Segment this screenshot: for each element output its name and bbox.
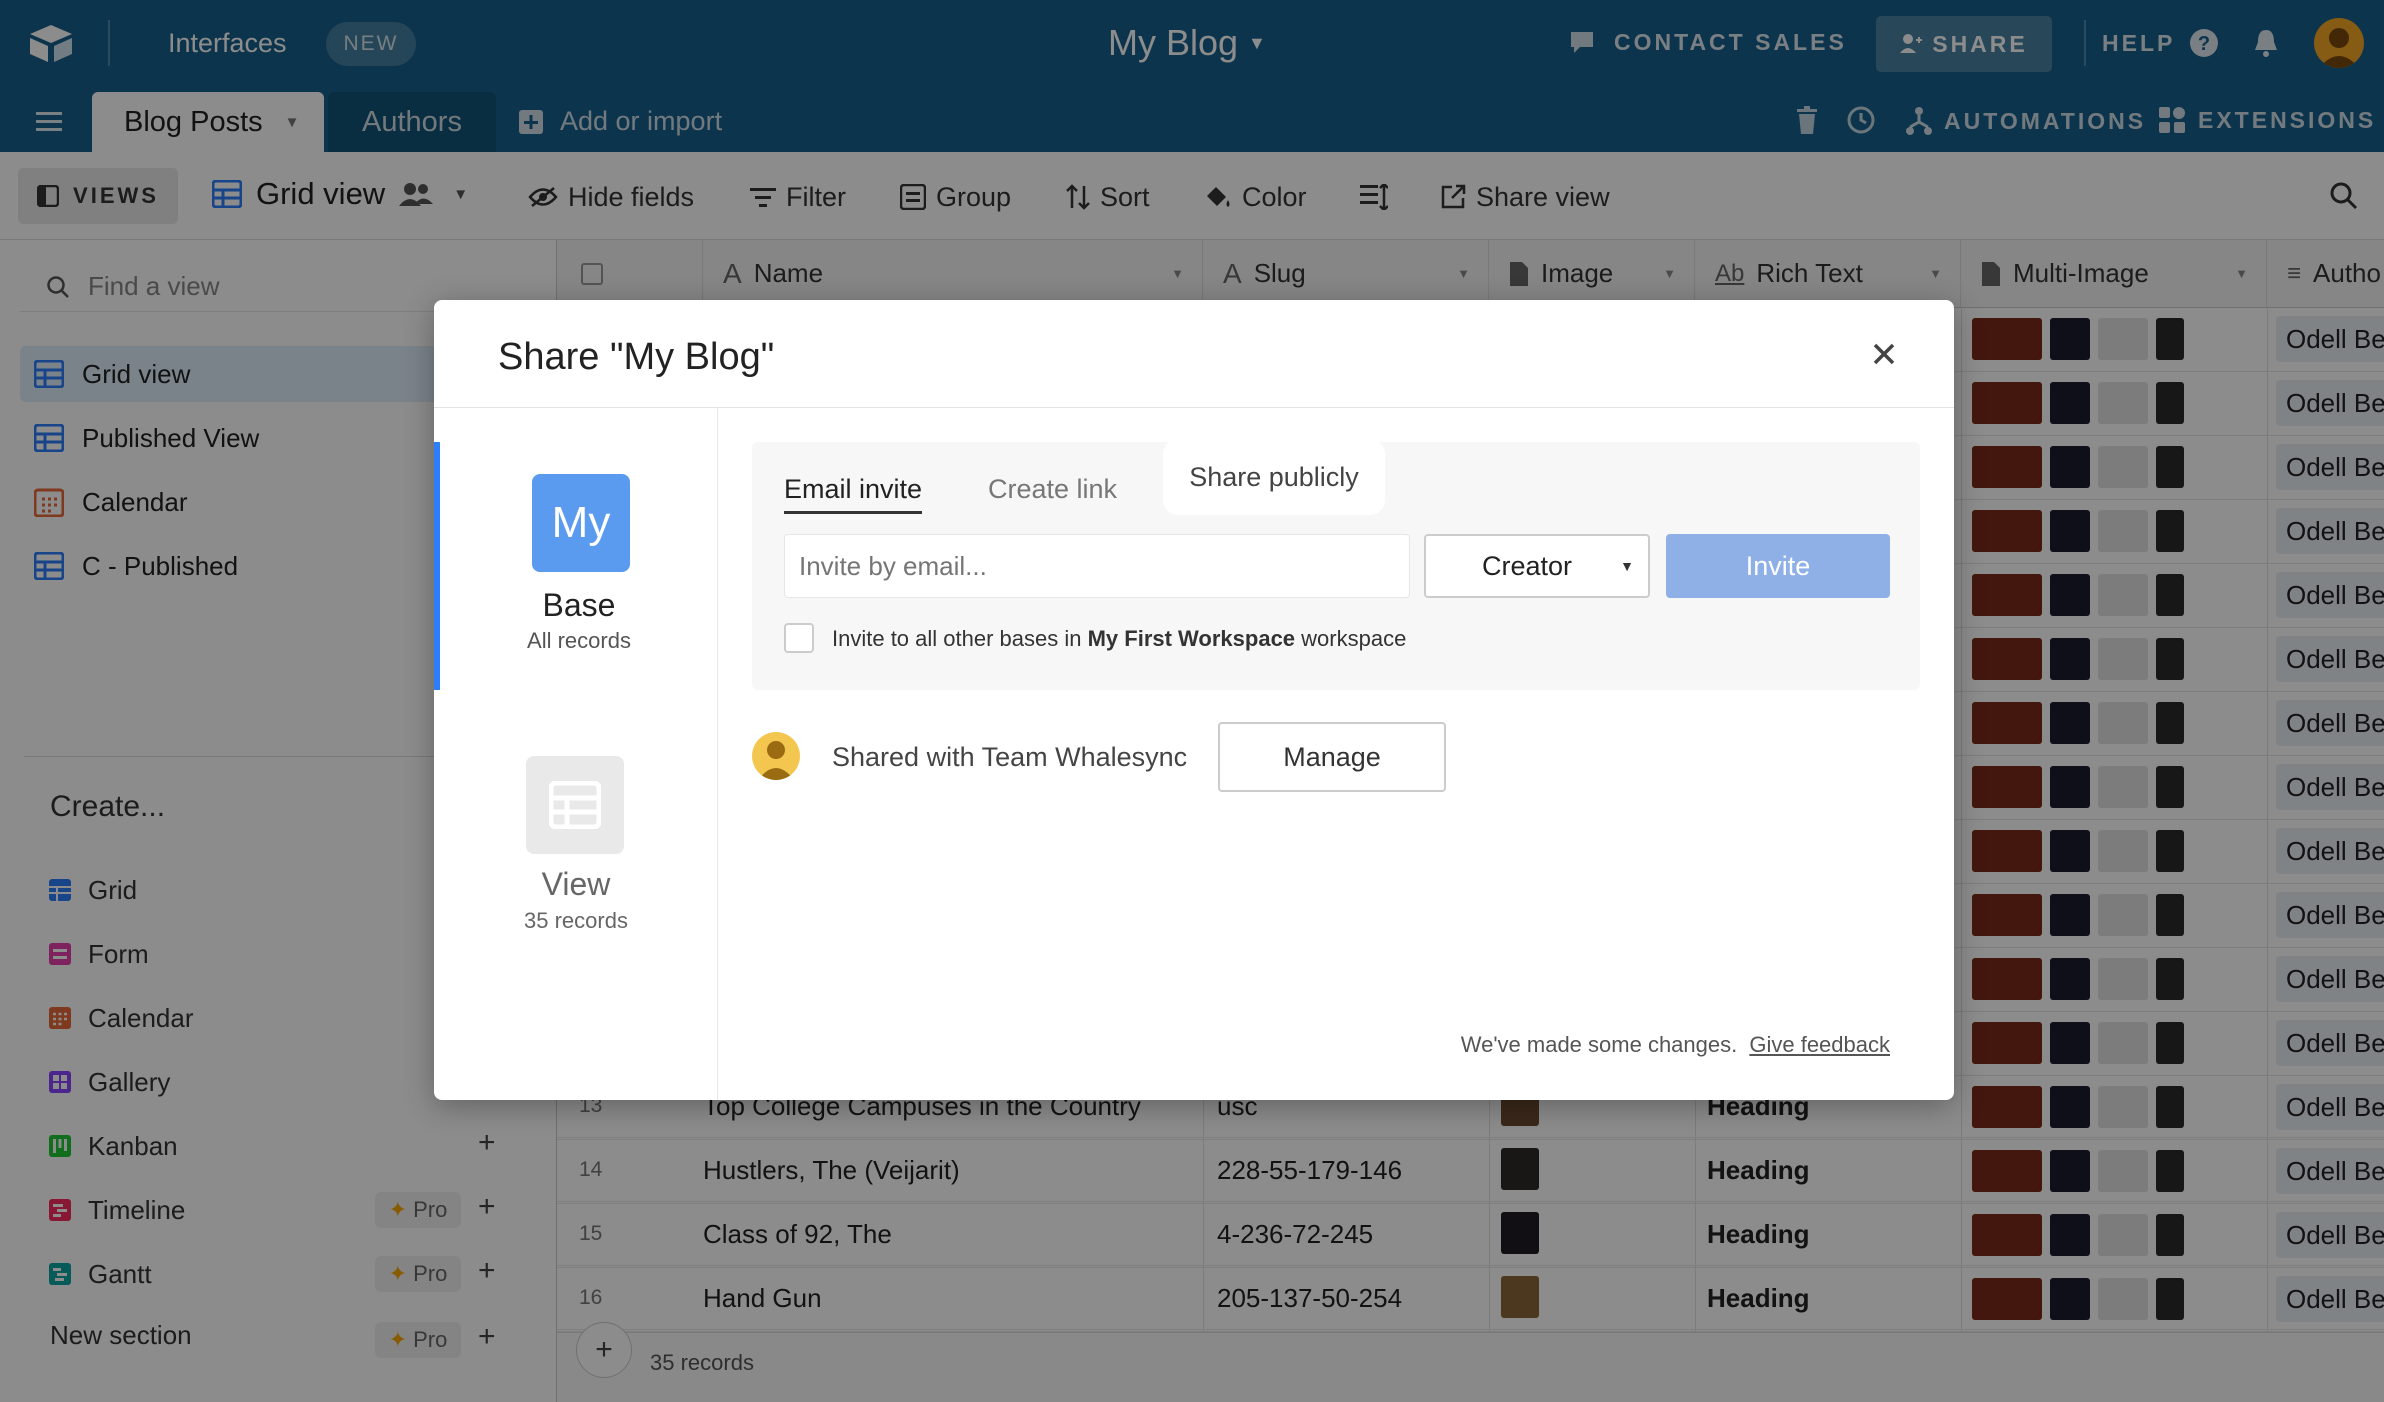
tab-label: Share publicly xyxy=(1189,461,1359,492)
feedback-text: We've made some changes. xyxy=(1460,1032,1738,1057)
role-select[interactable]: Creator ▼ xyxy=(1424,534,1650,598)
invite-button[interactable]: Invite xyxy=(1666,534,1890,598)
dialog-title: Share "My Blog" xyxy=(498,336,775,378)
tab-email-invite[interactable]: Email invite xyxy=(784,460,923,514)
base-scope-sub: All records xyxy=(527,628,631,653)
close-icon[interactable] xyxy=(1872,342,1896,366)
share-dialog: Share "My Blog" My Base All records View… xyxy=(434,300,1954,1100)
user-icon xyxy=(758,741,794,780)
role-select-value: Creator xyxy=(1482,550,1573,581)
checkbox-text-post: workspace xyxy=(1295,626,1407,651)
grid-icon xyxy=(549,781,601,829)
manage-button[interactable]: Manage xyxy=(1218,722,1446,792)
base-scope-label: Base xyxy=(542,587,616,623)
view-scope-option[interactable]: View 35 records xyxy=(434,740,718,940)
tab-share-publicly[interactable]: Share publicly xyxy=(1166,442,1382,512)
view-scope-sub: 35 records xyxy=(524,908,628,933)
give-feedback-link[interactable]: Give feedback xyxy=(1749,1032,1890,1057)
view-scope-label: View xyxy=(541,866,611,902)
invite-all-bases-label: Invite to all other bases in My First Wo… xyxy=(832,626,1406,652)
shared-with-text: Shared with Team Whalesync xyxy=(832,742,1188,772)
base-scope-icon: My xyxy=(532,474,630,572)
tab-create-link[interactable]: Create link xyxy=(988,474,1117,505)
checkbox-text-pre: Invite to all other bases in xyxy=(832,626,1088,651)
caret-down-icon: ▼ xyxy=(1620,558,1634,574)
tab-label: Create link xyxy=(988,474,1118,504)
invite-email-input[interactable] xyxy=(784,534,1410,598)
team-avatar xyxy=(752,732,800,780)
feedback-footer: We've made some changes. Give feedback xyxy=(434,1032,1890,1058)
workspace-name: My First Workspace xyxy=(1087,626,1296,651)
invite-all-bases-checkbox[interactable] xyxy=(784,623,814,653)
base-scope-option[interactable]: My Base All records xyxy=(434,442,718,690)
view-scope-icon xyxy=(526,756,624,854)
tab-label: Email invite xyxy=(784,474,923,504)
